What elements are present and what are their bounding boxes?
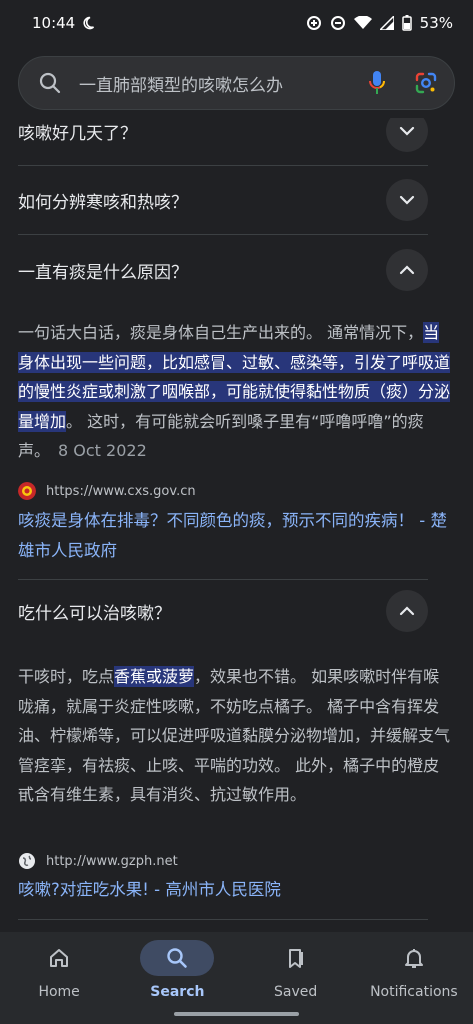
result-link[interactable]: 咳痰是身体在排毒？不同颜色的痰，预示不同的疾病！ - 楚雄市人民政府: [18, 506, 448, 566]
faq-item-cold-hot-cough[interactable]: 如何分辨寒咳和热咳？: [18, 179, 428, 221]
source-site[interactable]: https://www.cxs.gov.cn: [18, 482, 196, 500]
chevron-down-icon: [399, 126, 415, 136]
divider: [18, 234, 428, 235]
collapse-button[interactable]: [386, 249, 428, 291]
faq-question: 吃什么可以治咳嗽？: [18, 603, 171, 624]
chevron-up-icon: [399, 606, 415, 616]
source-url: https://www.cxs.gov.cn: [46, 483, 196, 499]
faq-item-cough-remedy[interactable]: 吃什么可以治咳嗽？: [18, 590, 428, 632]
bookmark-icon: [288, 949, 303, 968]
faq-question: 如何分辨寒咳和热咳？: [18, 192, 188, 213]
google-lens-icon[interactable]: [414, 71, 438, 95]
chevron-up-icon: [399, 265, 415, 275]
answer-text-pre: 干咳时，吃点: [18, 667, 115, 686]
clock: 10:44: [32, 14, 76, 32]
nav-home-pill: [22, 940, 96, 976]
expand-button[interactable]: [386, 179, 428, 221]
globe-icon: [19, 853, 35, 869]
result-link[interactable]: 咳嗽?对症吃水果! - 高州市人民医院: [18, 875, 448, 905]
divider: [18, 165, 428, 166]
faq-item-phlegm-cause[interactable]: 一直有痰是什么原因？: [18, 249, 428, 291]
wifi-icon: [353, 16, 372, 29]
nav-home[interactable]: Home: [4, 940, 114, 1024]
faq-question: 咳嗽好几天了？: [18, 123, 137, 144]
chevron-down-icon: [399, 195, 415, 205]
nav-label: Saved: [273, 984, 318, 1000]
government-emblem-icon: [18, 482, 36, 500]
search-icon: [167, 948, 188, 968]
signal-icon: [379, 16, 394, 30]
nav-notifications-pill: [377, 940, 451, 976]
nav-search-pill: [140, 940, 215, 976]
do-not-disturb-moon-icon: [83, 16, 95, 30]
bell-icon: [404, 949, 423, 968]
nav-saved-pill: [259, 940, 333, 976]
microphone-icon[interactable]: [368, 70, 386, 96]
source-url: http://www.gzph.net: [46, 853, 178, 869]
divider: [18, 919, 428, 920]
answer-text: 干咳时，吃点香蕉或菠萝，效果也不错。 如果咳嗽时伴有喉咙痛，就属于炎症性咳嗽，不…: [18, 662, 454, 810]
battery-level: 53%: [419, 14, 453, 32]
answer-text-post: ，效果也不错。 如果咳嗽时伴有喉咙痛，就属于炎症性咳嗽，不妨吃点橘子。 橘子中含…: [18, 667, 451, 804]
faq-item-cough-days[interactable]: 咳嗽好几天了？: [18, 118, 428, 152]
search-input[interactable]: [79, 73, 368, 93]
home-icon: [50, 949, 69, 967]
nav-notifications[interactable]: Notifications: [359, 940, 469, 1024]
data-saver-icon: [306, 16, 321, 30]
expand-button[interactable]: [386, 118, 428, 152]
answer-text-pre: 一句话大白话，痰是身体自己生产出来的。 通常情况下，: [18, 323, 424, 342]
nav-label: Home: [38, 984, 80, 1000]
search-bar[interactable]: [18, 56, 455, 110]
source-site[interactable]: http://www.gzph.net: [18, 852, 178, 870]
collapse-button[interactable]: [386, 590, 428, 632]
search-icon: [39, 72, 61, 94]
status-bar: 10:44 53%: [0, 0, 473, 46]
bottom-navigation: Home Search Saved Notifications: [0, 932, 473, 1024]
faq-question: 一直有痰是什么原因？: [18, 262, 188, 283]
answer-text: 一句话大白话，痰是身体自己生产出来的。 通常情况下，当身体出现一些问题，比如感冒…: [18, 318, 454, 466]
gesture-bar[interactable]: [174, 1012, 299, 1016]
answer-date: 8 Oct 2022: [58, 441, 147, 460]
dnd-icon: [330, 16, 345, 30]
answer-highlight: 香蕉或菠萝: [114, 666, 195, 687]
nav-label: Search: [150, 984, 205, 1000]
battery-icon: [401, 15, 412, 31]
results-content: 咳嗽好几天了？ 如何分辨寒咳和热咳？ 一直有痰是什么原因？ 一句话大白话，痰是身…: [0, 118, 473, 930]
divider: [18, 579, 428, 580]
nav-label: Notifications: [370, 984, 458, 1000]
